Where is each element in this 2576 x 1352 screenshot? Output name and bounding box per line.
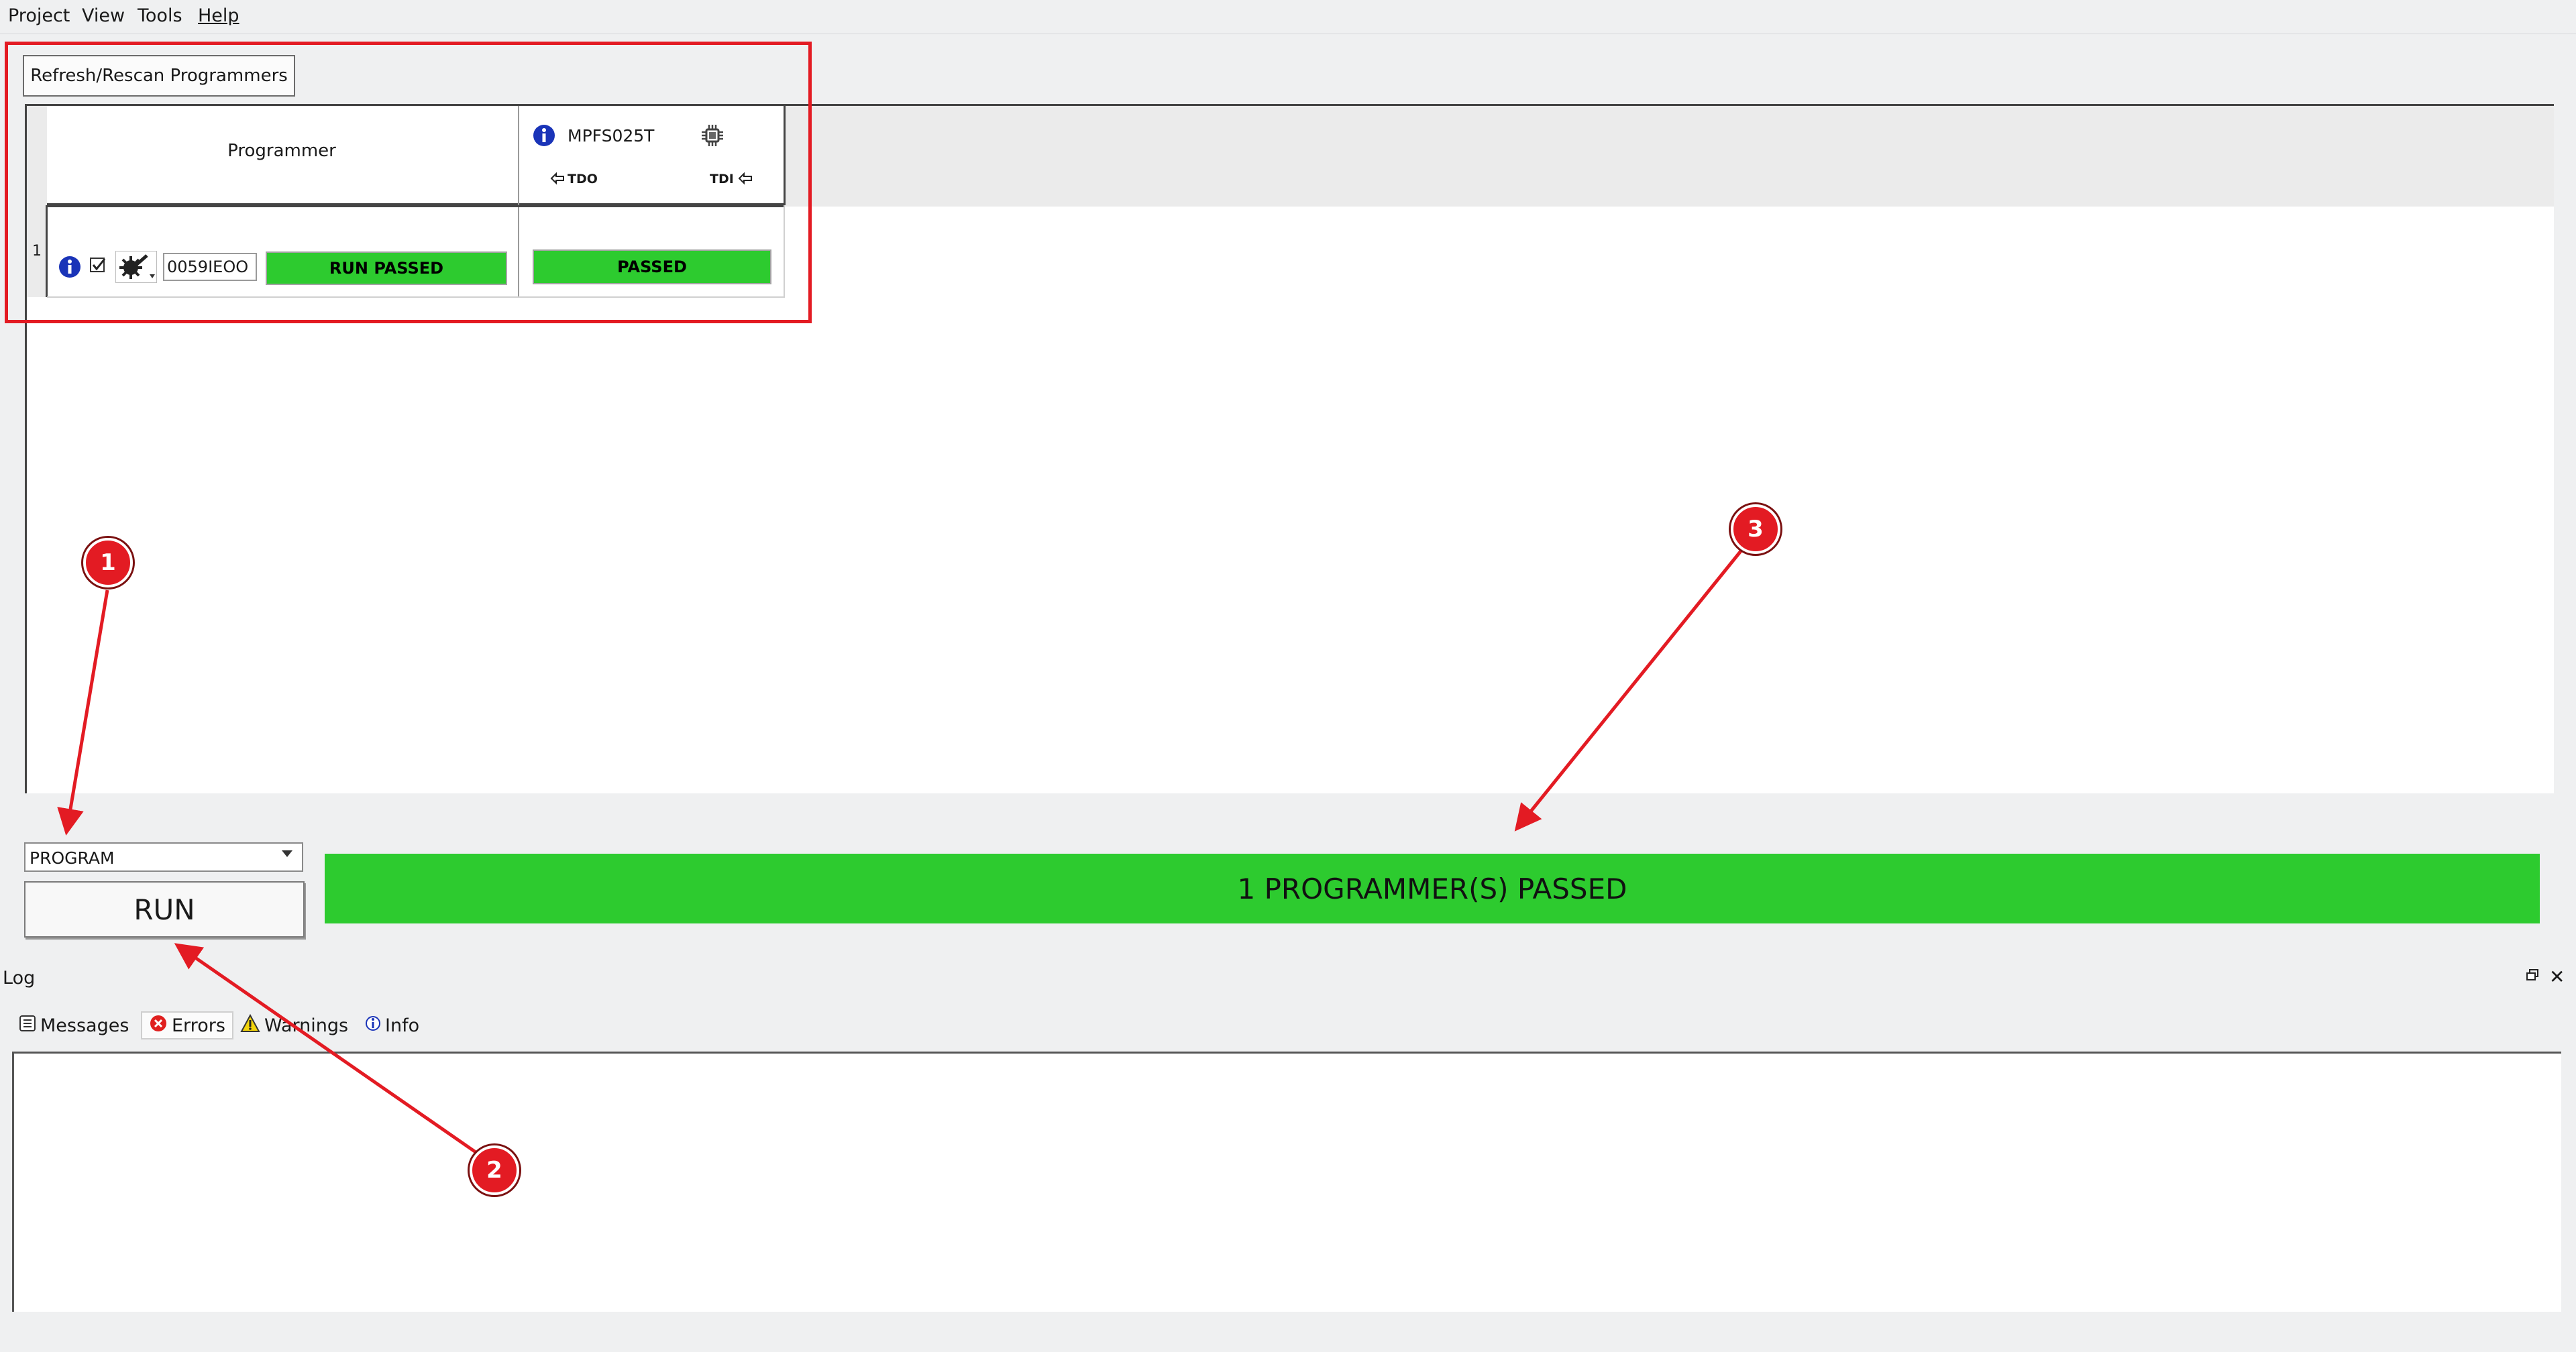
close-icon[interactable]: ✕ <box>2549 966 2565 988</box>
menu-view[interactable]: View <box>82 5 125 26</box>
tab-messages-label: Messages <box>40 1015 129 1036</box>
chevron-down-icon[interactable] <box>282 850 292 857</box>
menu-tools[interactable]: Tools <box>138 5 182 26</box>
warning-icon <box>240 1013 260 1037</box>
run-button[interactable]: RUN <box>24 881 305 938</box>
callout-3: 3 <box>1731 504 1780 554</box>
action-select[interactable]: PROGRAM <box>24 842 303 872</box>
callout-2: 2 <box>470 1145 519 1195</box>
tab-warnings[interactable]: Warnings <box>240 1011 348 1039</box>
panel-header-strip <box>785 106 2554 207</box>
log-title: Log <box>3 968 36 989</box>
messages-icon <box>19 1015 36 1037</box>
error-icon <box>149 1014 168 1037</box>
tab-info[interactable]: Info <box>365 1011 419 1039</box>
callout-1: 1 <box>83 538 133 587</box>
menu-project[interactable]: Project <box>8 5 70 26</box>
float-window-icon[interactable] <box>2525 968 2540 987</box>
log-content <box>12 1052 2561 1312</box>
tab-warnings-label: Warnings <box>264 1015 349 1036</box>
tab-errors[interactable]: Errors <box>141 1011 233 1039</box>
highlight-box <box>5 42 812 323</box>
tab-errors-label: Errors <box>172 1015 225 1036</box>
menu-bar: Project View Tools Help <box>0 0 2576 34</box>
info-small-icon <box>365 1014 381 1037</box>
tab-messages[interactable]: Messages <box>19 1011 129 1039</box>
overall-status-bar: 1 PROGRAMMER(S) PASSED <box>325 854 2540 923</box>
menu-help[interactable]: Help <box>198 5 239 26</box>
tab-info-label: Info <box>385 1015 420 1036</box>
